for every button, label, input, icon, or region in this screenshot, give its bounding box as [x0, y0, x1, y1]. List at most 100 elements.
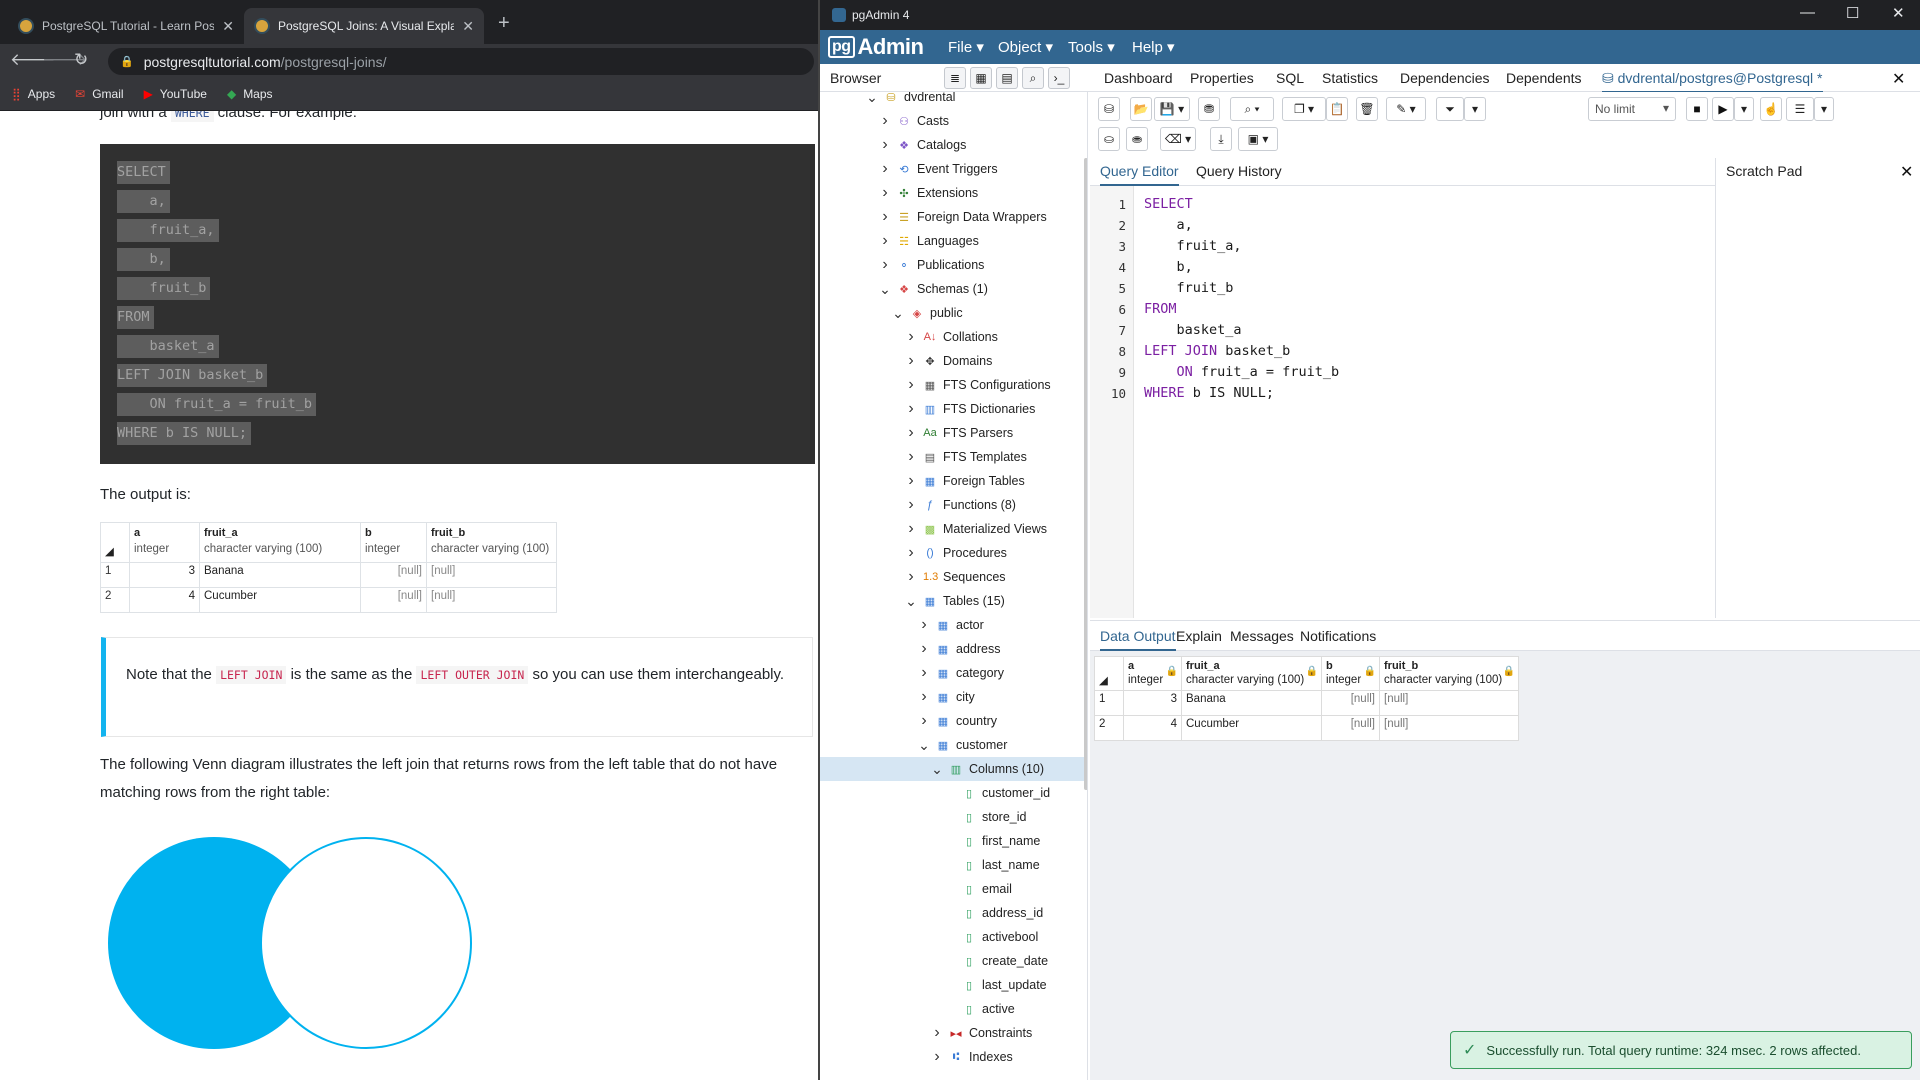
- search-icon[interactable]: ⌕: [1022, 67, 1044, 89]
- tab-explain[interactable]: Explain: [1176, 628, 1222, 644]
- tree-item-fts-parsers[interactable]: › Aa FTS Parsers: [905, 421, 1013, 445]
- close-window-icon[interactable]: ✕: [1892, 4, 1905, 22]
- tree-item-email[interactable]: ▯ email: [944, 877, 1012, 901]
- tab-query-history[interactable]: Query History: [1196, 163, 1282, 179]
- tree-item-event-triggers[interactable]: › ⟲ Event Triggers: [879, 157, 997, 181]
- download-icon[interactable]: ⤓: [1210, 127, 1232, 151]
- tree-item-indexes[interactable]: › ⑆ Indexes: [931, 1045, 1012, 1069]
- tab-query-tool[interactable]: ⛁ dvdrental/postgres@Postgresql *: [1602, 70, 1823, 93]
- address-bar[interactable]: 🔒 postgresqltutorial.com/postgresql-join…: [108, 48, 814, 75]
- column-header-fruit-b[interactable]: fruit_b character varying (100) 🔒: [1379, 656, 1519, 691]
- menu-object[interactable]: Object ▾: [998, 38, 1053, 56]
- commit-icon[interactable]: ⛀: [1098, 127, 1120, 151]
- chevron-right-icon[interactable]: ›: [931, 1048, 943, 1066]
- chevron-right-icon[interactable]: ›: [879, 256, 891, 274]
- minimize-icon[interactable]: —: [1800, 4, 1815, 21]
- chevron-right-icon[interactable]: ›: [905, 352, 917, 370]
- edit-icon[interactable]: ✎ ▾: [1386, 97, 1426, 121]
- tree-item-domains[interactable]: › ✥ Domains: [905, 349, 992, 373]
- table-row[interactable]: 1 3 Banana [null] [null]: [1094, 690, 1519, 716]
- tree-item-activebool[interactable]: ▯ activebool: [944, 925, 1038, 949]
- close-panel-icon[interactable]: ✕: [1892, 69, 1905, 89]
- tab-properties[interactable]: Properties: [1190, 70, 1254, 86]
- reload-icon[interactable]: ↻: [74, 50, 88, 70]
- terminal-icon[interactable]: ›_: [1048, 67, 1070, 89]
- tab-sql[interactable]: SQL: [1276, 70, 1304, 86]
- tree-item-constraints[interactable]: › ▸◂ Constraints: [931, 1021, 1032, 1045]
- chevron-right-icon[interactable]: ›: [905, 424, 917, 442]
- tree-item-fts-templates[interactable]: › ▤ FTS Templates: [905, 445, 1027, 469]
- tab-statistics[interactable]: Statistics: [1322, 70, 1378, 86]
- tree-item-foreign-tables[interactable]: › ▦ Foreign Tables: [905, 469, 1024, 493]
- explain-options-icon[interactable]: ☰: [1786, 97, 1814, 121]
- chevron-down-icon[interactable]: ⌄: [931, 761, 943, 778]
- chevron-right-icon[interactable]: ›: [918, 688, 930, 706]
- explain-icon[interactable]: ☝: [1760, 97, 1782, 121]
- tree-item-active[interactable]: ▯ active: [944, 997, 1015, 1021]
- close-tab-icon[interactable]: ✕: [222, 18, 234, 35]
- bookmark-apps[interactable]: ⣿ Apps: [12, 87, 55, 101]
- paste-icon[interactable]: 📋: [1326, 97, 1348, 121]
- chevron-right-icon[interactable]: ›: [931, 1024, 943, 1042]
- macros-icon[interactable]: ▣ ▾: [1238, 127, 1278, 151]
- tree-item-functions-8[interactable]: › ƒ Functions (8): [905, 493, 1016, 517]
- chevron-right-icon[interactable]: ›: [905, 544, 917, 562]
- column-header-fruit-a[interactable]: fruit_a character varying (100) 🔒: [1181, 656, 1322, 691]
- chevron-right-icon[interactable]: ›: [879, 208, 891, 226]
- stop-icon[interactable]: ■: [1686, 97, 1708, 121]
- chevron-right-icon[interactable]: ›: [918, 616, 930, 634]
- chevron-right-icon[interactable]: ›: [905, 376, 917, 394]
- chevron-right-icon[interactable]: ›: [905, 328, 917, 346]
- bookmark-gmail[interactable]: ✉ Gmail: [75, 87, 123, 101]
- chevron-down-icon[interactable]: ⌄: [866, 92, 878, 106]
- column-header-a[interactable]: a integer 🔒: [1123, 656, 1182, 691]
- sql-editor[interactable]: 1 2 3 4 5 6 7 8 9 10 SELECT a, fruit_a, b, fruit_…: [1090, 186, 1715, 618]
- close-tab-icon[interactable]: ✕: [462, 18, 474, 35]
- tab-dashboard[interactable]: Dashboard: [1104, 70, 1173, 86]
- filter-icon[interactable]: ⏷: [1436, 97, 1464, 121]
- chevron-right-icon[interactable]: ›: [879, 184, 891, 202]
- chevron-right-icon[interactable]: ›: [918, 640, 930, 658]
- tree-item-collations[interactable]: › A↓ Collations: [905, 325, 998, 349]
- save-icon[interactable]: 💾 ▾: [1154, 97, 1190, 121]
- tree-item-columns-10[interactable]: ⌄ ▥ Columns (10): [820, 757, 1084, 781]
- delete-icon[interactable]: 🗑: [1356, 97, 1378, 121]
- chevron-right-icon[interactable]: ›: [905, 496, 917, 514]
- tree-item-category[interactable]: › ▦ category: [918, 661, 1004, 685]
- tree-item-tables-15[interactable]: ⌄ ▦ Tables (15): [905, 589, 1005, 613]
- tree-item-public[interactable]: ⌄ ◈ public: [892, 301, 963, 325]
- tree-item-publications[interactable]: › ⚬ Publications: [879, 253, 984, 277]
- tree-item-city[interactable]: › ▦ city: [918, 685, 974, 709]
- tree-item-schemas-1[interactable]: ⌄ ❖ Schemas (1): [879, 277, 988, 301]
- tree-item-first-name[interactable]: ▯ first_name: [944, 829, 1040, 853]
- tree-item-casts[interactable]: › ⚇ Casts: [879, 109, 949, 133]
- tree-item-address[interactable]: › ▦ address: [918, 637, 1000, 661]
- tab-data-output[interactable]: Data Output: [1100, 628, 1176, 651]
- rollback-icon[interactable]: ⛂: [1126, 127, 1148, 151]
- tab-dependencies[interactable]: Dependencies: [1400, 70, 1490, 86]
- tree-item-country[interactable]: › ▦ country: [918, 709, 997, 733]
- chevron-right-icon[interactable]: ›: [905, 400, 917, 418]
- chevron-right-icon[interactable]: ›: [879, 232, 891, 250]
- tree-item-languages[interactable]: › ☵ Languages: [879, 229, 979, 253]
- find-icon[interactable]: ⌕ ▾: [1230, 97, 1274, 121]
- tab-query-editor[interactable]: Query Editor: [1100, 163, 1179, 186]
- tree-item-last-update[interactable]: ▯ last_update: [944, 973, 1047, 997]
- tree-item-customer-id[interactable]: ▯ customer_id: [944, 781, 1050, 805]
- tree-item-dvdrental[interactable]: ⌄ ⛁ dvdrental: [866, 92, 955, 109]
- close-scratch-pad-icon[interactable]: ✕: [1900, 162, 1913, 182]
- tree-item-sequences[interactable]: › 1.3 Sequences: [905, 565, 1005, 589]
- chevron-right-icon[interactable]: ›: [879, 112, 891, 130]
- browser-tab-joins[interactable]: PostgreSQL Joins: A Visual Explan ✕: [244, 8, 484, 44]
- chevron-right-icon[interactable]: ›: [879, 136, 891, 154]
- tree-item-actor[interactable]: › ▦ actor: [918, 613, 983, 637]
- menu-help[interactable]: Help ▾: [1132, 38, 1175, 56]
- copy-icon[interactable]: ❐ ▾: [1282, 97, 1326, 121]
- tree-item-last-name[interactable]: ▯ last_name: [944, 853, 1040, 877]
- tree-item-extensions[interactable]: › ✣ Extensions: [879, 181, 978, 205]
- table-row[interactable]: 2 4 Cucumber [null] [null]: [1094, 715, 1519, 741]
- tab-dependents[interactable]: Dependents: [1506, 70, 1582, 86]
- execute-dropdown-icon[interactable]: ▾: [1734, 97, 1754, 121]
- clear-icon[interactable]: ⌫ ▾: [1160, 127, 1196, 151]
- chevron-right-icon[interactable]: ›: [918, 712, 930, 730]
